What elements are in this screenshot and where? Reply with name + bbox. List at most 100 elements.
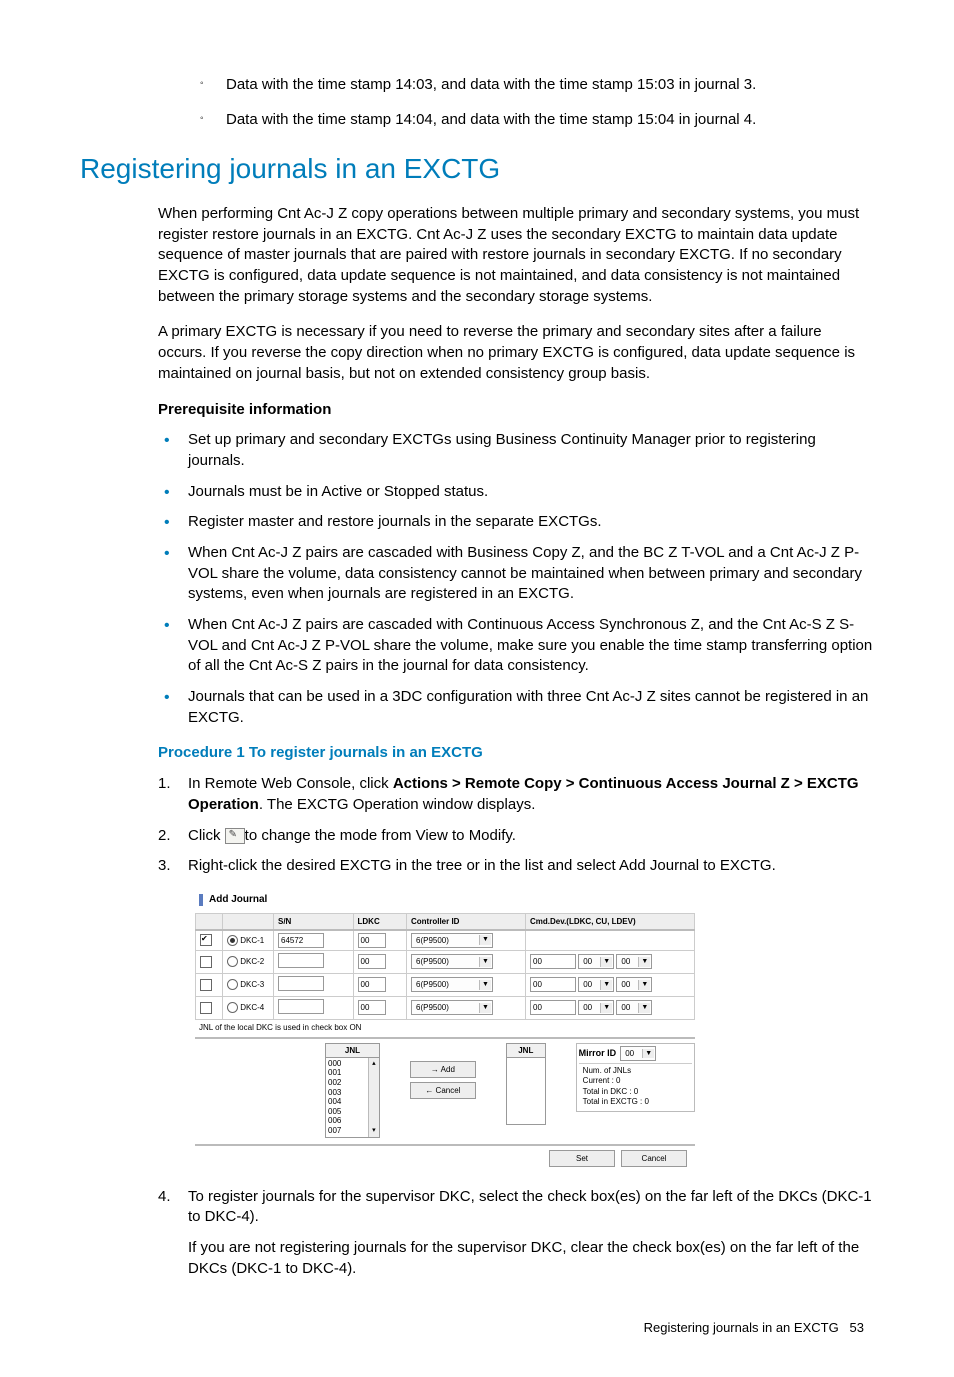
- add-button[interactable]: → Add: [410, 1061, 476, 1078]
- jnl-item[interactable]: 003: [328, 1088, 366, 1098]
- step-text: In Remote Web Console, click: [188, 775, 393, 792]
- listbox-header: JNL: [507, 1044, 545, 1058]
- dkc-table: S/N LDKC Controller ID Cmd.Dev.(LDKC, CU…: [195, 913, 695, 1020]
- table-row: DKC-2 00 6(P9500)▼ 00 00▼ 00▼: [196, 950, 695, 973]
- cancel-button[interactable]: Cancel: [621, 1150, 687, 1167]
- controller-select[interactable]: 6(P9500)▼: [411, 933, 493, 948]
- jnl-item[interactable]: 004: [328, 1097, 366, 1107]
- list-item: Register master and restore journals in …: [158, 512, 874, 533]
- list-item: Data with the time stamp 14:03, and data…: [200, 75, 874, 96]
- cancel-move-button[interactable]: ← Cancel: [410, 1082, 476, 1099]
- cmd-ldkc[interactable]: 00: [530, 1000, 576, 1015]
- row-checkbox[interactable]: [200, 956, 212, 968]
- prerequisite-heading: Prerequisite information: [158, 400, 874, 421]
- step-text: to change the mode from View to Modify.: [245, 827, 516, 844]
- dkc-label: DKC-4: [240, 1003, 264, 1012]
- row-radio[interactable]: [227, 979, 238, 990]
- modify-icon: [225, 828, 245, 844]
- jnl-item[interactable]: 001: [328, 1068, 366, 1078]
- current-count: Current : 0: [583, 1076, 688, 1086]
- dkc-label: DKC-2: [240, 957, 264, 966]
- footer-section: Registering journals in an EXCTG: [644, 1320, 839, 1335]
- row-checkbox[interactable]: [200, 934, 212, 946]
- cmd-cu-select[interactable]: 00▼: [578, 977, 614, 992]
- ldkc-input[interactable]: 00: [358, 977, 386, 992]
- paragraph: A primary EXCTG is necessary if you need…: [158, 322, 874, 384]
- total-exctg-count: Total in EXCTG : 0: [583, 1097, 688, 1107]
- title-accent: [199, 894, 203, 906]
- mirror-id-label: Mirror ID: [579, 1047, 617, 1059]
- jnl-item[interactable]: 000: [328, 1059, 366, 1069]
- jnl-target-listbox[interactable]: JNL: [506, 1043, 546, 1125]
- step-text: Click: [188, 827, 225, 844]
- num-jnls-label: Num. of JNLs: [583, 1066, 688, 1076]
- jnl-item[interactable]: 002: [328, 1078, 366, 1088]
- jnl-item[interactable]: 007: [328, 1126, 366, 1136]
- list-item: Journals that can be used in a 3DC confi…: [158, 687, 874, 728]
- controller-select[interactable]: 6(P9500)▼: [411, 977, 493, 992]
- mirror-id-select[interactable]: 00▼: [620, 1046, 656, 1061]
- step-2: 2. Click to change the mode from View to…: [158, 826, 874, 847]
- dialog-figure: Add Journal S/N LDKC Controller ID Cmd.D…: [195, 891, 874, 1167]
- step-1: 1. In Remote Web Console, click Actions …: [158, 774, 874, 815]
- step-text: To register journals for the supervisor …: [188, 1188, 872, 1226]
- list-item: When Cnt Ac-J Z pairs are cascaded with …: [158, 543, 874, 605]
- set-button[interactable]: Set: [549, 1150, 615, 1167]
- prerequisite-list: Set up primary and secondary EXCTGs usin…: [158, 430, 874, 728]
- row-radio[interactable]: [227, 935, 238, 946]
- procedure-heading: Procedure 1 To register journals in an E…: [158, 743, 874, 764]
- col-controller: Controller ID: [407, 913, 526, 930]
- paragraph: When performing Cnt Ac-J Z copy operatio…: [158, 204, 874, 307]
- listbox-header: JNL: [326, 1044, 379, 1058]
- step-3: 3. Right-click the desired EXCTG in the …: [158, 856, 874, 877]
- page-number: 53: [850, 1320, 864, 1335]
- step-text: Right-click the desired EXCTG in the tre…: [188, 857, 776, 874]
- list-item: Set up primary and secondary EXCTGs usin…: [158, 430, 874, 471]
- list-item: Data with the time stamp 14:04, and data…: [200, 110, 874, 131]
- step-text: . The EXCTG Operation window displays.: [259, 796, 536, 813]
- ldkc-input[interactable]: 00: [358, 933, 386, 948]
- dialog-title: Add Journal: [209, 893, 267, 907]
- ldkc-input[interactable]: 00: [358, 954, 386, 969]
- controller-select[interactable]: 6(P9500)▼: [411, 954, 493, 969]
- controller-select[interactable]: 6(P9500)▼: [411, 1000, 493, 1015]
- cmd-ldev-select[interactable]: 00▼: [616, 1000, 652, 1015]
- col-ldkc: LDKC: [353, 913, 407, 930]
- dkc-label: DKC-3: [240, 980, 264, 989]
- jnl-item[interactable]: 006: [328, 1116, 366, 1126]
- col-sn: S/N: [274, 913, 354, 930]
- jnl-item[interactable]: 005: [328, 1107, 366, 1117]
- cmd-ldkc[interactable]: 00: [530, 954, 576, 969]
- total-dkc-count: Total in DKC : 0: [583, 1087, 688, 1097]
- scrollbar[interactable]: ▴▾: [368, 1058, 379, 1137]
- procedure-steps: 1. In Remote Web Console, click Actions …: [158, 774, 874, 877]
- section-heading: Registering journals in an EXCTG: [80, 150, 874, 189]
- dkc-label: DKC-1: [240, 936, 264, 945]
- continuation-bullets: Data with the time stamp 14:03, and data…: [200, 75, 874, 130]
- cmd-cu-select[interactable]: 00▼: [578, 954, 614, 969]
- step-4: 4. To register journals for the supervis…: [158, 1187, 874, 1280]
- jnl-source-listbox[interactable]: JNL 000 001 002 003 004 005 006 007 ▴▾: [325, 1043, 380, 1138]
- col-cmddev: Cmd.Dev.(LDKC, CU, LDEV): [526, 913, 695, 930]
- cmd-ldkc[interactable]: 00: [530, 977, 576, 992]
- row-checkbox[interactable]: [200, 1002, 212, 1014]
- row-radio[interactable]: [227, 1002, 238, 1013]
- table-row: DKC-4 00 6(P9500)▼ 00 00▼ 00▼: [196, 996, 695, 1019]
- step-text: If you are not registering journals for …: [188, 1238, 874, 1279]
- sn-input[interactable]: [278, 999, 324, 1014]
- ldkc-input[interactable]: 00: [358, 1000, 386, 1015]
- table-row: DKC-1 64572 00 6(P9500)▼: [196, 930, 695, 951]
- cmd-ldev-select[interactable]: 00▼: [616, 977, 652, 992]
- page-footer: Registering journals in an EXCTG 53: [80, 1319, 874, 1337]
- sn-input[interactable]: [278, 953, 324, 968]
- table-row: DKC-3 00 6(P9500)▼ 00 00▼ 00▼: [196, 973, 695, 996]
- sn-input[interactable]: 64572: [278, 933, 324, 948]
- row-checkbox[interactable]: [200, 979, 212, 991]
- cmd-cu-select[interactable]: 00▼: [578, 1000, 614, 1015]
- row-radio[interactable]: [227, 956, 238, 967]
- sn-input[interactable]: [278, 976, 324, 991]
- cmd-ldev-select[interactable]: 00▼: [616, 954, 652, 969]
- list-item: Journals must be in Active or Stopped st…: [158, 482, 874, 503]
- dialog-titlebar: Add Journal: [195, 891, 695, 909]
- summary-box: Mirror ID 00▼ Num. of JNLs Current : 0 T…: [576, 1043, 695, 1113]
